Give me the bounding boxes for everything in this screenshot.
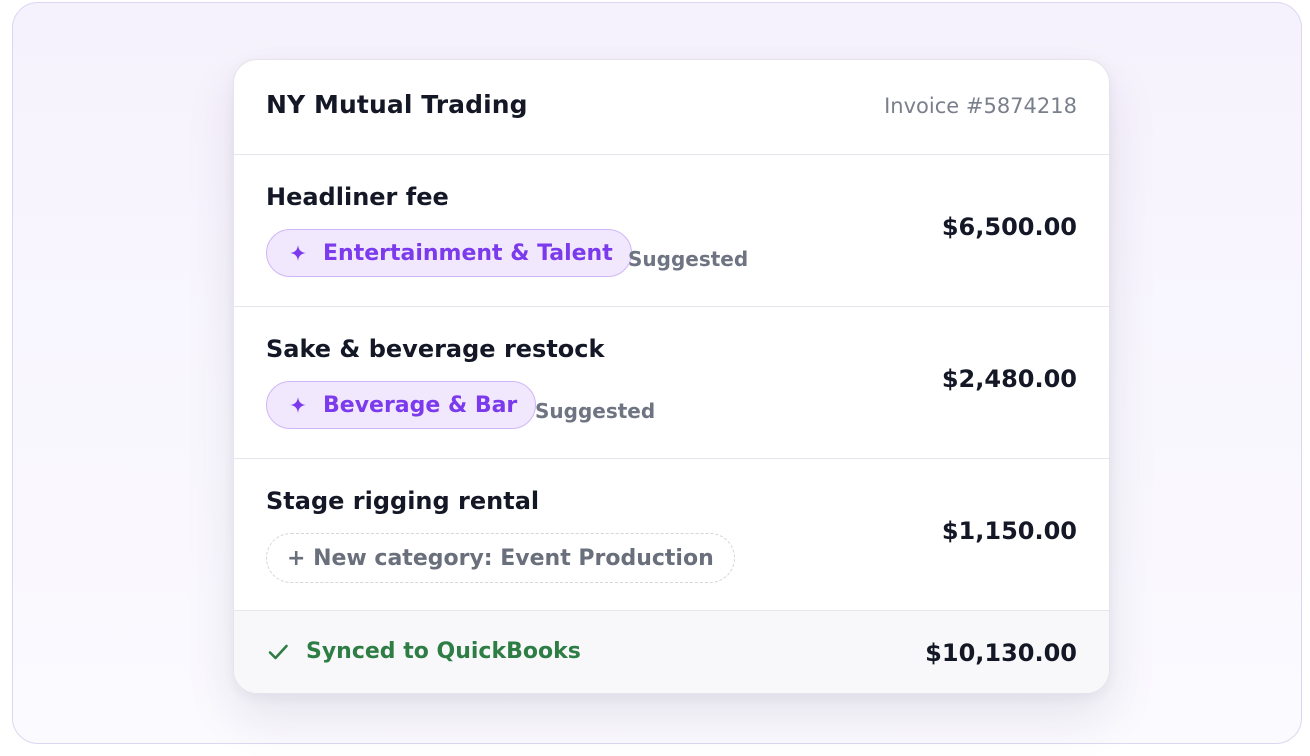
line-item-title: Stage rigging rental	[266, 487, 540, 515]
suggested-label: Suggested	[535, 399, 656, 423]
line-item-title: Headliner fee	[266, 183, 449, 211]
sync-status: Synced to QuickBooks	[266, 639, 581, 664]
invoice-card: NY Mutual Trading Invoice #5874218 Headl…	[233, 59, 1110, 694]
card-footer: Synced to QuickBooks $10,130.00	[234, 611, 1109, 693]
suggested-label: Suggested	[628, 247, 749, 271]
line-item-row: Headliner fee Entertainment & Talent Sug…	[234, 155, 1109, 307]
category-chip[interactable]: Entertainment & Talent	[266, 229, 632, 277]
sparkle-icon	[289, 396, 307, 414]
line-item-title: Sake & beverage restock	[266, 335, 605, 363]
line-item-amount: $2,480.00	[941, 365, 1077, 393]
line-item-row: Sake & beverage restock Beverage & Bar S…	[234, 307, 1109, 459]
category-chip-label: Entertainment & Talent	[323, 240, 613, 266]
invoice-total: $10,130.00	[925, 639, 1077, 667]
invoice-number: Invoice #5874218	[884, 94, 1077, 118]
line-item-row: Stage rigging rental + New category: Eve…	[234, 459, 1109, 611]
category-chip[interactable]: Beverage & Bar	[266, 381, 537, 429]
line-item-amount: $6,500.00	[941, 213, 1077, 241]
line-item-amount: $1,150.00	[941, 517, 1077, 545]
background-frame: NY Mutual Trading Invoice #5874218 Headl…	[12, 2, 1302, 744]
new-category-button[interactable]: + New category: Event Production	[266, 533, 735, 583]
sync-status-label: Synced to QuickBooks	[306, 639, 581, 664]
vendor-name: NY Mutual Trading	[266, 90, 528, 119]
sparkle-icon	[289, 244, 307, 262]
card-header: NY Mutual Trading Invoice #5874218	[234, 60, 1109, 155]
category-chip-label: Beverage & Bar	[323, 392, 518, 418]
check-icon	[266, 640, 290, 664]
